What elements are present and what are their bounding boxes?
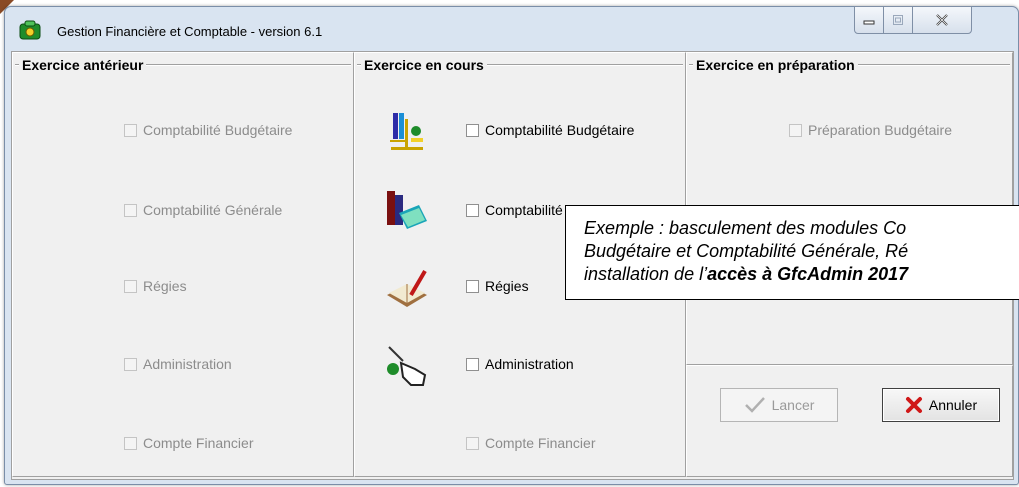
callout-line-3-prefix: installation de l’ xyxy=(584,264,708,284)
button-panel: Lancer Annuler xyxy=(686,365,1013,477)
annotation-callout: Exemple : basculement des modules Co Bud… xyxy=(565,205,1019,300)
checkbox-en-cours-compte-financier[interactable]: Compte Financier xyxy=(466,435,596,451)
minimize-button[interactable] xyxy=(854,6,884,34)
window-title: Gestion Financière et Comptable - versio… xyxy=(57,24,323,39)
checkbox-label: Compte Financier xyxy=(143,435,254,451)
books-icon xyxy=(387,191,427,229)
hand-pointer-icon xyxy=(387,346,427,386)
checkbox-label: Comptabilité Générale xyxy=(143,202,283,218)
callout-line-3-bold: accès à GfcAdmin 2017 xyxy=(707,264,909,284)
maximize-icon xyxy=(893,15,903,25)
money-bag-icon xyxy=(19,20,41,40)
checkbox-anterieur-comptabilite-budgetaire[interactable]: Comptabilité Budgétaire xyxy=(124,122,292,138)
checkbox-label: Comptabilité Budgétaire xyxy=(143,122,293,138)
checkbox-box[interactable] xyxy=(466,436,479,450)
callout-line-2: Budgétaire et Comptabilité Générale, Ré xyxy=(584,241,909,261)
checkbox-en-cours-comptabilite-budgetaire[interactable]: Comptabilité Budgétaire xyxy=(466,122,634,138)
launch-button[interactable]: Lancer xyxy=(720,388,838,422)
checkbox-box[interactable] xyxy=(124,279,137,293)
checkbox-anterieur-compte-financier[interactable]: Compte Financier xyxy=(124,435,254,451)
red-x-icon xyxy=(905,397,922,413)
checkbox-box[interactable] xyxy=(124,203,137,217)
checkbox-box[interactable] xyxy=(124,436,137,450)
close-button[interactable] xyxy=(912,6,972,34)
checkbox-box[interactable] xyxy=(124,357,137,371)
launch-button-label: Lancer xyxy=(771,397,815,413)
checkbox-box[interactable] xyxy=(789,123,802,137)
cancel-button-label: Annuler xyxy=(928,397,978,413)
panel-title-en-cours: Exercice en cours xyxy=(361,57,487,73)
callout-line-1: Exemple : basculement des modules Co xyxy=(584,218,907,238)
checkbox-box[interactable] xyxy=(466,357,479,371)
checkbox-anterieur-regies[interactable]: Régies xyxy=(124,278,187,294)
checkbox-box[interactable] xyxy=(124,123,137,137)
checkbox-label: Administration xyxy=(485,356,574,372)
close-icon xyxy=(936,14,948,26)
panel-exercice-anterieur: Exercice antérieur Comptabilité Budgétai… xyxy=(12,52,354,477)
checkbox-label: Régies xyxy=(143,278,187,294)
budget-scale-icon xyxy=(390,113,423,150)
checkbox-box[interactable] xyxy=(466,203,479,217)
panel-title-anterieur: Exercice antérieur xyxy=(19,57,147,73)
minimize-icon xyxy=(863,20,875,25)
checkmark-icon xyxy=(744,397,765,413)
checkbox-preparation-budgetaire[interactable]: Préparation Budgétaire xyxy=(789,122,952,138)
checkbox-label: Comptabilité Budgétaire xyxy=(485,122,635,138)
checkbox-label: Régies xyxy=(485,278,529,294)
checkbox-anterieur-administration[interactable]: Administration xyxy=(124,356,232,372)
panel-title-preparation: Exercice en préparation xyxy=(693,57,858,73)
checkbox-label: Administration xyxy=(143,356,232,372)
checkbox-box[interactable] xyxy=(466,279,479,293)
callout-line-3: installation de l’accès à GfcAdmin 2017 xyxy=(584,263,1019,286)
cancel-button[interactable]: Annuler xyxy=(882,388,1000,422)
checkbox-label: Compte Financier xyxy=(485,435,596,451)
checkbox-box[interactable] xyxy=(466,123,479,137)
title-bar: Gestion Financière et Comptable - versio… xyxy=(5,6,1018,51)
checkbox-en-cours-regies[interactable]: Régies xyxy=(466,278,529,294)
maximize-button[interactable] xyxy=(883,6,913,34)
checkbox-label: Préparation Budgétaire xyxy=(808,122,952,138)
checkbox-en-cours-administration[interactable]: Administration xyxy=(466,356,574,372)
checkbox-anterieur-comptabilite-generale[interactable]: Comptabilité Générale xyxy=(124,202,282,218)
ledger-pen-icon xyxy=(387,269,427,307)
